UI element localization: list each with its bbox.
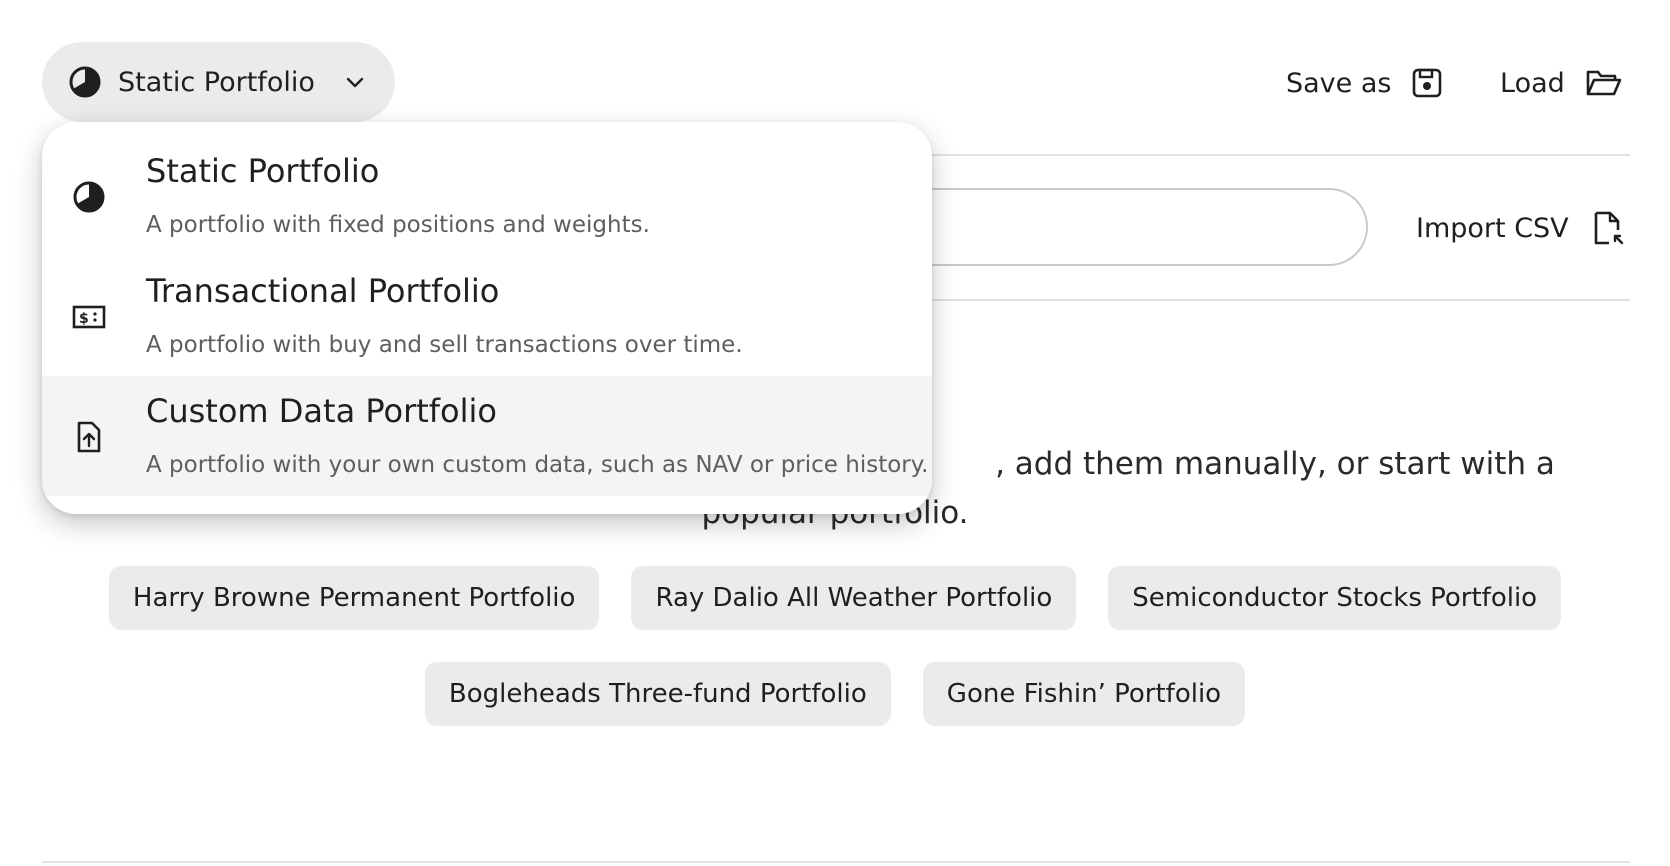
menu-item-title: Static Portfolio: [146, 152, 380, 190]
import-csv-label: Import CSV: [1416, 212, 1569, 244]
menu-item-title: Transactional Portfolio: [146, 272, 500, 310]
preset-chip[interactable]: Gone Fishin’ Portfolio: [922, 662, 1246, 726]
portfolio-type-menu: Static Portfolio A portfolio with fixed …: [42, 122, 932, 514]
save-as-button[interactable]: Save as: [1286, 58, 1443, 108]
preset-chip[interactable]: Bogleheads Three-fund Portfolio: [424, 662, 891, 726]
portfolio-type-selector[interactable]: Static Portfolio: [42, 42, 395, 122]
menu-item-description: A portfolio with fixed positions and wei…: [146, 212, 650, 238]
preset-chip[interactable]: Ray Dalio All Weather Portfolio: [631, 566, 1077, 630]
menu-item-static-portfolio[interactable]: Static Portfolio A portfolio with fixed …: [42, 136, 932, 256]
menu-item-transactional-portfolio[interactable]: $ Transactional Portfolio A portfolio wi…: [42, 256, 932, 376]
preset-chip[interactable]: Semiconductor Stocks Portfolio: [1108, 566, 1562, 630]
svg-text:$: $: [79, 311, 89, 327]
file-upload-icon: [72, 420, 106, 454]
preset-row-1: Harry Browne Permanent Portfolio Ray Dal…: [0, 566, 1670, 630]
open-folder-icon: [1585, 67, 1623, 99]
file-import-icon: [1591, 210, 1625, 246]
menu-item-description: A portfolio with buy and sell transactio…: [146, 332, 743, 358]
floppy-disk-icon: [1411, 67, 1443, 99]
menu-item-custom-data-portfolio[interactable]: Custom Data Portfolio A portfolio with y…: [42, 376, 932, 496]
menu-item-description: A portfolio with your own custom data, s…: [146, 452, 929, 478]
menu-item-title: Custom Data Portfolio: [146, 392, 497, 430]
chevron-down-icon: [343, 70, 367, 94]
load-button[interactable]: Load: [1500, 58, 1623, 108]
preset-row-2: Bogleheads Three-fund Portfolio Gone Fis…: [0, 662, 1670, 726]
pie-chart-icon: [72, 180, 106, 214]
portfolio-editor: Static Portfolio Save as Load Import CSV…: [0, 0, 1670, 866]
footer-divider: [42, 861, 1630, 863]
save-as-label: Save as: [1286, 67, 1392, 99]
pie-chart-icon: [68, 65, 102, 99]
load-label: Load: [1500, 67, 1565, 99]
portfolio-type-label: Static Portfolio: [118, 66, 315, 98]
cash-transaction-icon: $: [72, 300, 106, 334]
import-csv-button[interactable]: Import CSV: [1416, 203, 1625, 253]
preset-chip[interactable]: Harry Browne Permanent Portfolio: [108, 566, 600, 630]
